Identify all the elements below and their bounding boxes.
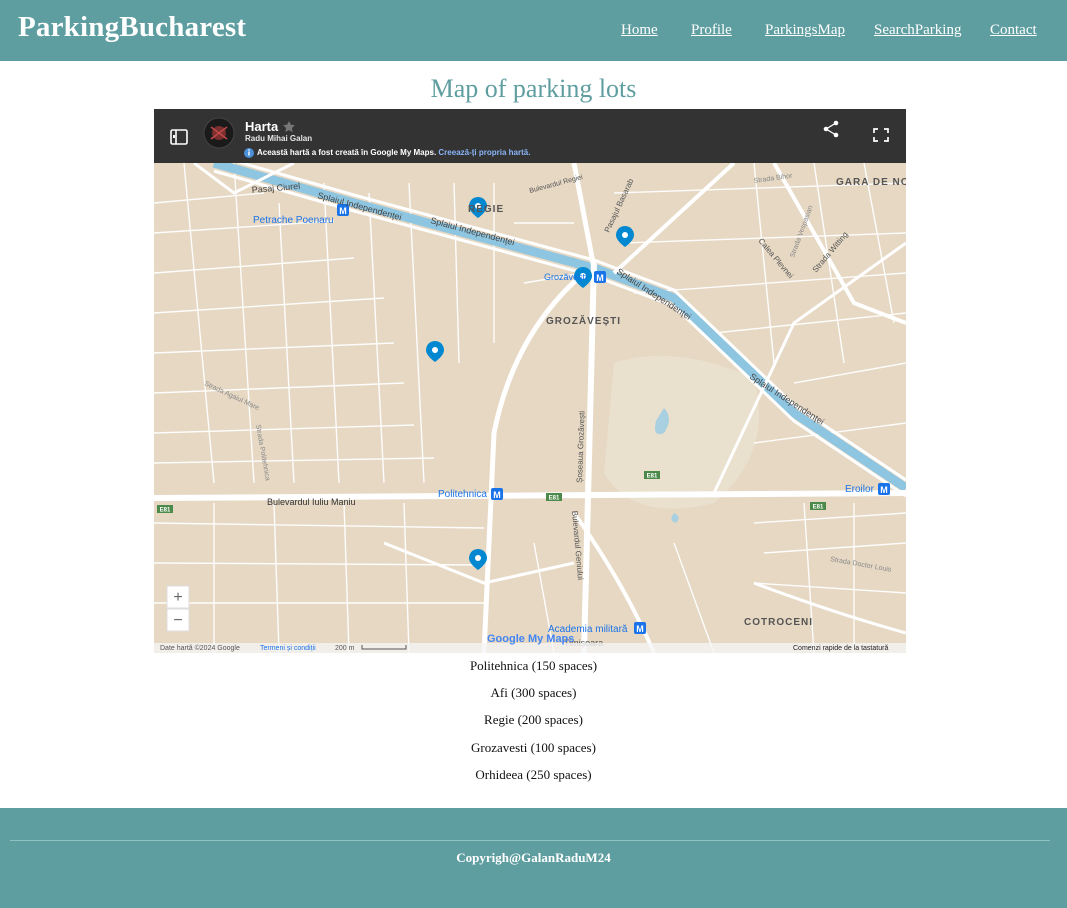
footer-divider [10,840,1050,841]
map-scale-label: 200 m [335,645,355,652]
map-label-gara-de-nord: GARA DE NO [836,177,906,188]
list-item: Regie (200 spaces) [484,712,583,728]
sidebar-toggle-icon[interactable] [170,129,188,145]
svg-text:M: M [493,490,501,500]
e81-label: E81 [549,496,560,502]
metro-marker-politehnica[interactable]: M [491,488,503,500]
svg-text:M: M [636,624,644,634]
nav-link-parkings-map[interactable]: ParkingsMap [765,22,845,39]
share-icon[interactable] [823,120,839,138]
list-item: Grozavesti (100 spaces) [471,739,596,755]
metro-marker-academia[interactable]: M [634,622,646,634]
map-label-bd-iuliu-maniu: Bulevardul Iuliu Maniu [267,497,356,507]
star-icon[interactable] [283,121,295,132]
list-item: Afi (300 spaces) [490,685,577,701]
create-map-link[interactable]: Creează-ți propria hartă. [438,148,530,157]
embedded-map[interactable]: Harta Radu Mihai Galan Această hartă a f… [154,109,906,653]
list-item: Politehnica (150 spaces) [469,658,598,673]
info-icon [244,148,254,158]
nav-link-contact[interactable]: Contact [990,22,1037,39]
copyright-text: Copyrigh@GalanRaduM24 [456,850,611,865]
top-navbar: ParkingBucharest Home Profile ParkingsMa… [0,0,1067,61]
map-label-regie: REGIE [468,204,504,215]
map-keyboard-shortcuts[interactable]: Comenzi rapide de la tastatură [793,645,888,652]
zoom-in-icon[interactable]: + [173,589,182,606]
page-footer: Copyrigh@GalanRaduM24 [0,808,1067,908]
page-title: Map of parking lots [430,74,637,103]
map-notice-text: Această hartă a fost creată în Google My… [257,148,437,157]
map-notice: Această hartă a fost creată în Google My… [257,148,530,157]
zoom-controls: + − [166,585,190,632]
site-brand[interactable]: ParkingBucharest [18,11,246,44]
nav-link-search-parking[interactable]: SearchParking [874,22,961,39]
metro-marker-eroilor[interactable]: M [878,483,890,495]
map-label-petrache-poenaru[interactable]: Petrache Poenaru [253,215,334,226]
map-label-grozavesti-area: GROZĂVEȘTI [546,314,621,327]
map-header-bar: Harta Radu Mihai Galan Această hartă a f… [154,109,906,163]
e81-label: E81 [160,508,171,514]
e81-label: E81 [813,505,824,511]
google-logo: Google My Maps [487,633,574,645]
svg-text:M: M [596,273,604,283]
parking-list: Politehnica (150 spaces) Afi (300 spaces… [0,656,1067,792]
map-author: Radu Mihai Galan [245,134,313,143]
author-avatar [203,117,235,149]
map-canvas[interactable]: M M M M M E81 E81 E81 E81 REGIE Pasaj Ci… [154,163,906,653]
map-label-cotroceni: COTROCENI [744,617,813,628]
map-attribution-data: Date hartă ©2024 Google [160,644,240,652]
zoom-out-icon[interactable]: − [173,612,182,629]
map-label-politehnica-station[interactable]: Politehnica [438,489,487,500]
fullscreen-icon[interactable] [873,128,889,142]
metro-marker-grozavesti[interactable]: M [594,271,606,283]
map-title[interactable]: Harta [245,119,278,134]
nav-link-profile[interactable]: Profile [691,22,732,39]
map-label-grozavesti-station[interactable]: Grozăvești [544,272,587,282]
e81-label: E81 [647,474,658,480]
map-label-eroilor[interactable]: Eroilor [845,484,875,495]
nav-link-home[interactable]: Home [621,22,658,39]
list-item: Orhideea (250 spaces) [475,766,592,782]
svg-text:M: M [880,485,888,495]
google-my-maps-logo: Google My Maps [487,633,574,645]
map-terms-link[interactable]: Termeni și condiții [260,645,316,652]
